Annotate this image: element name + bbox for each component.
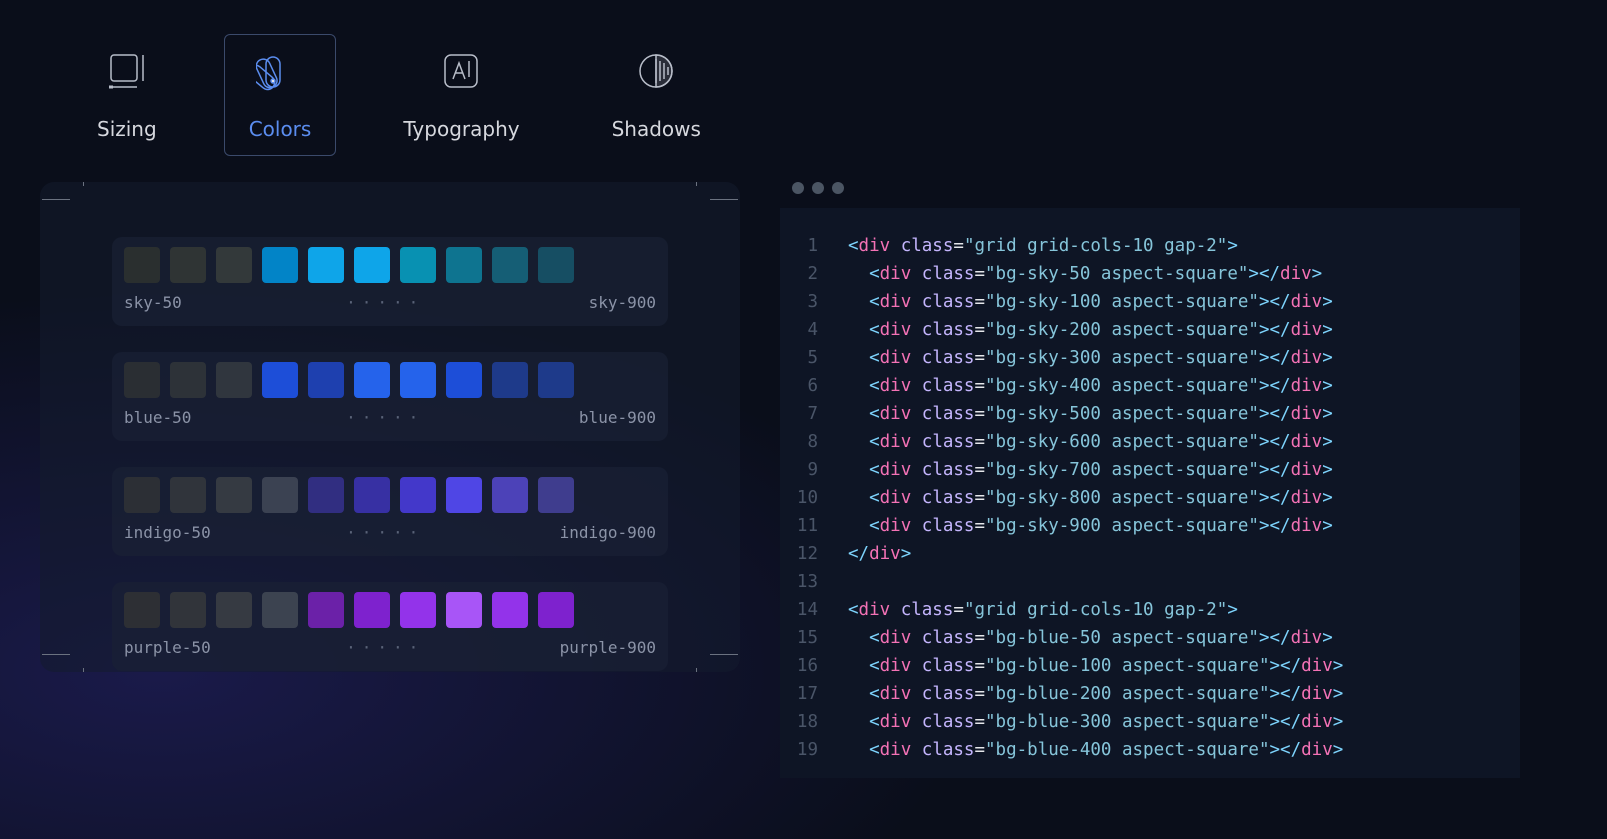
shadows-icon <box>630 49 682 93</box>
code-line: <div class="bg-sky-400 aspect-square"></… <box>848 372 1343 400</box>
traffic-dot <box>832 182 844 194</box>
swatch <box>400 477 436 513</box>
swatch <box>400 592 436 628</box>
code-line: <div class="bg-sky-800 aspect-square"></… <box>848 484 1343 512</box>
code-line: <div class="bg-blue-100 aspect-square"><… <box>848 652 1343 680</box>
swatch <box>446 477 482 513</box>
palette-end-label: blue-900 <box>579 408 656 427</box>
swatch <box>124 477 160 513</box>
palette-row-blue: blue-50 ····· blue-900 <box>112 352 668 441</box>
code-scroll[interactable]: 12345678910111213141516171819 <div class… <box>780 208 1520 778</box>
swatch <box>308 247 344 283</box>
palette-end-label: indigo-900 <box>560 523 656 542</box>
palette-start-label: blue-50 <box>124 408 191 427</box>
swatch <box>170 247 206 283</box>
swatch <box>262 592 298 628</box>
palette-dots: ····· <box>346 293 424 312</box>
palette-dots: ····· <box>346 638 424 657</box>
swatch <box>170 362 206 398</box>
swatch <box>216 362 252 398</box>
code-line: <div class="bg-blue-50 aspect-square"></… <box>848 624 1343 652</box>
window-traffic-lights <box>780 182 1520 208</box>
swatch <box>354 592 390 628</box>
swatch <box>538 247 574 283</box>
swatch <box>170 592 206 628</box>
swatch <box>354 362 390 398</box>
tab-label: Colors <box>249 117 312 141</box>
tab-sizing[interactable]: Sizing <box>72 34 182 156</box>
code-line: </div> <box>848 540 1343 568</box>
swatch <box>124 592 160 628</box>
swatch <box>538 362 574 398</box>
code-line: <div class="bg-sky-50 aspect-square"></d… <box>848 260 1343 288</box>
swatch <box>308 362 344 398</box>
color-preview-panel: sky-50 ····· sky-900 blue-50 ····· blue-900 in… <box>40 182 740 672</box>
swatch <box>308 477 344 513</box>
code-line: <div class="bg-sky-300 aspect-square"></… <box>848 344 1343 372</box>
palette-start-label: sky-50 <box>124 293 182 312</box>
code-line: <div class="grid grid-cols-10 gap-2"> <box>848 596 1343 624</box>
code-line: <div class="bg-sky-900 aspect-square"></… <box>848 512 1343 540</box>
swatch <box>400 362 436 398</box>
swatch <box>492 477 528 513</box>
palette-row-purple: purple-50 ····· purple-900 <box>112 582 668 671</box>
palette-dots: ····· <box>346 523 424 542</box>
swatch <box>124 247 160 283</box>
tab-typography[interactable]: Typography <box>378 34 544 156</box>
palette-dots: ····· <box>346 408 424 427</box>
swatch <box>216 592 252 628</box>
code-line: <div class="bg-blue-300 aspect-square"><… <box>848 708 1343 736</box>
palette-start-label: indigo-50 <box>124 523 211 542</box>
swatch <box>170 477 206 513</box>
swatch <box>262 477 298 513</box>
swatch <box>538 477 574 513</box>
palette-row-indigo: indigo-50 ····· indigo-900 <box>112 467 668 556</box>
palette-end-label: sky-900 <box>589 293 656 312</box>
tab-colors[interactable]: Colors <box>224 34 337 156</box>
colors-icon <box>254 49 306 93</box>
swatch <box>538 592 574 628</box>
swatch <box>262 247 298 283</box>
tab-label: Typography <box>403 117 519 141</box>
code-line: <div class="bg-blue-400 aspect-square"><… <box>848 736 1343 764</box>
swatch <box>492 362 528 398</box>
code-line: <div class="grid grid-cols-10 gap-2"> <box>848 232 1343 260</box>
swatch <box>446 362 482 398</box>
palette-row-sky: sky-50 ····· sky-900 <box>112 237 668 326</box>
typography-icon <box>435 49 487 93</box>
swatch <box>262 362 298 398</box>
swatch <box>446 592 482 628</box>
swatch <box>492 592 528 628</box>
tab-label: Shadows <box>612 117 701 141</box>
swatch <box>216 247 252 283</box>
code-line: <div class="bg-sky-600 aspect-square"></… <box>848 428 1343 456</box>
code-line <box>848 568 1343 596</box>
swatch <box>446 247 482 283</box>
code-line: <div class="bg-sky-100 aspect-square"></… <box>848 288 1343 316</box>
swatch <box>400 247 436 283</box>
traffic-dot <box>792 182 804 194</box>
swatch <box>354 247 390 283</box>
code-line: <div class="bg-sky-500 aspect-square"></… <box>848 400 1343 428</box>
code-line: <div class="bg-blue-200 aspect-square"><… <box>848 680 1343 708</box>
swatch <box>124 362 160 398</box>
swatch <box>308 592 344 628</box>
sizing-icon <box>101 49 153 93</box>
swatch <box>492 247 528 283</box>
swatch <box>354 477 390 513</box>
tab-shadows[interactable]: Shadows <box>587 34 726 156</box>
traffic-dot <box>812 182 824 194</box>
palette-end-label: purple-900 <box>560 638 656 657</box>
code-line: <div class="bg-sky-700 aspect-square"></… <box>848 456 1343 484</box>
tab-label: Sizing <box>97 117 157 141</box>
code-editor: 12345678910111213141516171819 <div class… <box>780 182 1520 778</box>
code-line: <div class="bg-sky-200 aspect-square"></… <box>848 316 1343 344</box>
palette-start-label: purple-50 <box>124 638 211 657</box>
swatch <box>216 477 252 513</box>
